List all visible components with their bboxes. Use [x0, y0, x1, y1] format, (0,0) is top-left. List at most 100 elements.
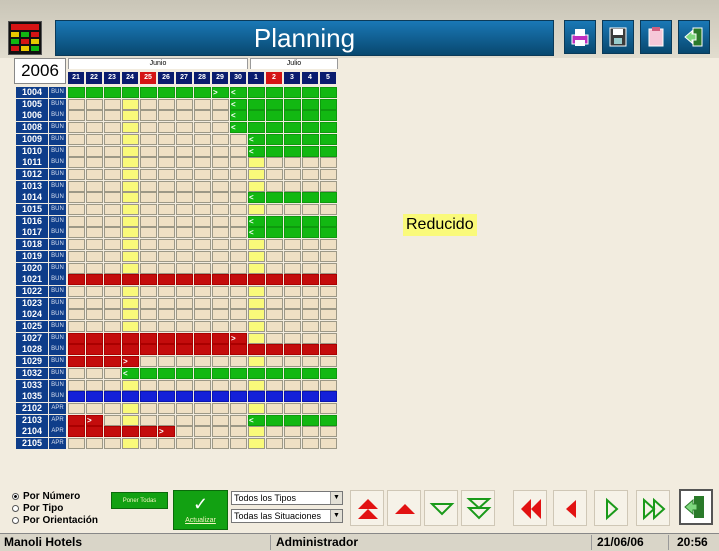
room-number[interactable]: 1013	[16, 180, 48, 192]
planning-cell[interactable]	[68, 402, 85, 414]
booking-cell[interactable]	[266, 227, 283, 239]
planning-cell[interactable]	[266, 239, 283, 251]
planning-cell[interactable]	[320, 168, 337, 180]
planning-cell[interactable]	[266, 180, 283, 192]
planning-cell[interactable]	[104, 168, 121, 180]
planning-cell[interactable]	[194, 204, 211, 215]
planning-cell[interactable]	[176, 356, 193, 368]
room-number[interactable]: 1018	[16, 239, 48, 251]
planning-cell[interactable]	[194, 98, 211, 110]
room-number[interactable]: 1033	[16, 379, 48, 391]
day-header[interactable]: 21	[68, 72, 84, 84]
booking-cell[interactable]	[248, 98, 265, 110]
booking-cell[interactable]: >	[158, 426, 175, 438]
previous-button[interactable]	[553, 490, 587, 526]
booking-cell[interactable]	[104, 426, 121, 438]
planning-cell[interactable]	[194, 157, 211, 169]
planning-cell[interactable]	[212, 321, 229, 332]
planning-cell[interactable]	[194, 133, 211, 145]
booking-cell[interactable]	[248, 344, 265, 356]
planning-cell[interactable]	[140, 122, 157, 134]
booking-cell[interactable]	[302, 215, 319, 227]
booking-cell[interactable]	[194, 274, 211, 286]
booking-cell[interactable]	[266, 414, 283, 426]
planning-cell[interactable]	[140, 180, 157, 192]
booking-cell[interactable]	[212, 332, 229, 344]
planning-cell[interactable]	[122, 180, 139, 192]
planning-cell[interactable]	[104, 309, 121, 321]
room-number[interactable]: 1020	[16, 262, 48, 274]
booking-cell[interactable]	[284, 414, 301, 426]
room-number[interactable]: 1024	[16, 309, 48, 321]
planning-cell[interactable]	[176, 192, 193, 204]
planning-cell[interactable]	[104, 285, 121, 297]
room-number[interactable]: 1028	[16, 344, 48, 356]
booking-cell[interactable]: <	[230, 110, 247, 122]
day-header[interactable]: 1	[248, 72, 264, 84]
planning-cell[interactable]	[194, 215, 211, 227]
room-number[interactable]: 2103	[16, 414, 48, 426]
booking-cell[interactable]	[212, 367, 229, 379]
planning-cell[interactable]	[320, 332, 337, 344]
planning-cell[interactable]	[212, 192, 229, 204]
planning-cell[interactable]	[140, 215, 157, 227]
planning-cell[interactable]	[86, 321, 103, 332]
planning-cell[interactable]	[194, 297, 211, 309]
planning-cell[interactable]	[248, 180, 265, 192]
planning-cell[interactable]	[122, 192, 139, 204]
planning-cell[interactable]	[140, 110, 157, 122]
planning-cell[interactable]	[68, 98, 85, 110]
fast-forward-button[interactable]	[636, 490, 670, 526]
planning-cell[interactable]	[158, 122, 175, 134]
booking-cell[interactable]	[140, 274, 157, 286]
planning-cell[interactable]	[140, 145, 157, 157]
planning-cell[interactable]	[194, 250, 211, 262]
booking-cell[interactable]	[284, 133, 301, 145]
planning-cell[interactable]	[176, 309, 193, 321]
planning-cell[interactable]	[176, 227, 193, 239]
booking-cell[interactable]	[302, 145, 319, 157]
booking-cell[interactable]	[122, 391, 139, 403]
booking-cell[interactable]: <	[230, 87, 247, 98]
rewind-button[interactable]	[513, 490, 547, 526]
planning-cell[interactable]	[284, 239, 301, 251]
planning-cell[interactable]	[302, 379, 319, 391]
planning-cell[interactable]	[176, 110, 193, 122]
planning-cell[interactable]	[68, 215, 85, 227]
booking-cell[interactable]	[86, 332, 103, 344]
booking-cell[interactable]	[320, 344, 337, 356]
next-button[interactable]	[594, 490, 628, 526]
planning-cell[interactable]	[104, 122, 121, 134]
exit-top-button[interactable]	[678, 20, 710, 54]
planning-cell[interactable]	[176, 180, 193, 192]
planning-cell[interactable]	[230, 285, 247, 297]
planning-cell[interactable]	[86, 122, 103, 134]
booking-cell[interactable]	[86, 344, 103, 356]
booking-cell[interactable]	[248, 391, 265, 403]
booking-cell[interactable]	[302, 192, 319, 204]
planning-cell[interactable]	[194, 438, 211, 449]
planning-cell[interactable]	[158, 145, 175, 157]
booking-cell[interactable]	[284, 192, 301, 204]
planning-cell[interactable]	[212, 122, 229, 134]
room-number[interactable]: 1023	[16, 297, 48, 309]
planning-cell[interactable]	[320, 157, 337, 169]
planning-cell[interactable]	[302, 239, 319, 251]
room-number[interactable]: 2104	[16, 426, 48, 438]
booking-cell[interactable]	[68, 274, 85, 286]
planning-cell[interactable]	[86, 285, 103, 297]
planning-cell[interactable]	[284, 204, 301, 215]
planning-cell[interactable]	[176, 168, 193, 180]
planning-cell[interactable]	[176, 438, 193, 449]
planning-cell[interactable]	[158, 297, 175, 309]
planning-cell[interactable]	[86, 309, 103, 321]
day-header[interactable]: 24	[122, 72, 138, 84]
planning-cell[interactable]	[176, 145, 193, 157]
planning-cell[interactable]	[104, 145, 121, 157]
planning-cell[interactable]	[302, 157, 319, 169]
planning-cell[interactable]	[104, 110, 121, 122]
booking-cell[interactable]	[194, 332, 211, 344]
planning-cell[interactable]	[140, 321, 157, 332]
planning-cell[interactable]	[122, 285, 139, 297]
page-down-button[interactable]	[424, 490, 458, 526]
